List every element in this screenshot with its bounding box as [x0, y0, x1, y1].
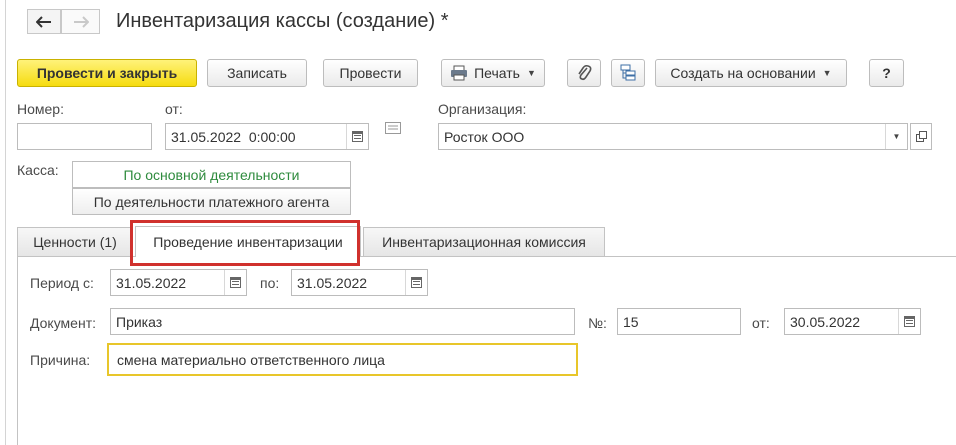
- calendar-icon: [230, 277, 241, 288]
- comment-icon[interactable]: [385, 121, 401, 137]
- highlight-frame: [130, 220, 360, 266]
- calendar-icon: [352, 131, 363, 142]
- doc-number-label: №:: [588, 315, 607, 331]
- attach-button[interactable]: [567, 59, 601, 87]
- organization-open-button[interactable]: [910, 123, 932, 150]
- calendar-button[interactable]: [898, 309, 920, 334]
- doc-number-value: 15: [623, 313, 639, 330]
- calendar-icon: [904, 316, 915, 327]
- date-label: от:: [165, 101, 183, 117]
- doc-date-value: 30.05.2022: [790, 313, 861, 330]
- period-to-field[interactable]: 31.05.2022: [291, 269, 428, 296]
- help-button[interactable]: ?: [869, 59, 904, 87]
- post-button[interactable]: Провести: [323, 59, 418, 87]
- number-label: Номер:: [17, 101, 64, 117]
- print-button[interactable]: Печать ▼: [441, 59, 545, 87]
- date-value: 31.05.2022 0:00:00: [171, 128, 296, 145]
- period-from-field[interactable]: 31.05.2022: [110, 269, 247, 296]
- document-value: Приказ: [116, 313, 163, 330]
- reason-value: смена материально ответственного лица: [117, 351, 385, 368]
- arrow-right-icon: [73, 15, 89, 28]
- arrow-left-icon: [36, 15, 51, 28]
- document-label: Документ:: [30, 315, 96, 331]
- doc-date-field[interactable]: 30.05.2022: [784, 308, 921, 335]
- cash-label: Касса:: [17, 162, 59, 178]
- calendar-icon: [411, 277, 422, 288]
- reason-field[interactable]: смена материально ответственного лица: [107, 343, 578, 376]
- reason-label: Причина:: [30, 352, 91, 368]
- hierarchy-icon: [620, 64, 636, 81]
- cash-option-main[interactable]: По основной деятельности: [72, 161, 351, 188]
- chevron-down-icon: ▼: [892, 132, 901, 141]
- calendar-button[interactable]: [346, 124, 368, 149]
- date-field[interactable]: 31.05.2022 0:00:00: [165, 123, 369, 150]
- create-based-on-button[interactable]: Создать на основании ▼: [655, 59, 847, 87]
- printer-icon: [451, 65, 468, 81]
- period-to-label: по:: [260, 275, 280, 291]
- cash-option-agent[interactable]: По деятельности платежного агента: [72, 188, 351, 215]
- organization-value: Росток ООО: [444, 128, 525, 145]
- doc-number-field[interactable]: 15: [617, 308, 741, 335]
- organization-dropdown-button[interactable]: ▼: [885, 124, 907, 149]
- open-link-icon: [915, 131, 927, 142]
- paperclip-icon: [578, 64, 592, 81]
- number-field[interactable]: [17, 123, 152, 150]
- tab-valuables[interactable]: Ценности (1): [17, 227, 133, 256]
- print-label: Печать: [474, 65, 520, 81]
- page-title: Инвентаризация кассы (создание) *: [116, 10, 449, 32]
- period-to-value: 31.05.2022: [297, 274, 368, 291]
- structure-button[interactable]: [611, 59, 645, 87]
- save-button[interactable]: Записать: [207, 59, 307, 87]
- post-and-close-button[interactable]: Провести и закрыть: [17, 59, 197, 87]
- back-button[interactable]: [27, 9, 61, 34]
- tab-inventory-commission[interactable]: Инвентаризационная комиссия: [363, 227, 605, 256]
- calendar-button[interactable]: [224, 270, 246, 295]
- organization-field[interactable]: Росток ООО ▼: [438, 123, 908, 150]
- document-field[interactable]: Приказ: [110, 308, 575, 335]
- forward-button[interactable]: [61, 9, 100, 34]
- panel-border: [17, 256, 18, 445]
- period-from-value: 31.05.2022: [116, 274, 187, 291]
- chevron-down-icon: ▼: [822, 68, 832, 78]
- create-based-label: Создать на основании: [670, 65, 816, 81]
- organization-label: Организация:: [438, 101, 527, 117]
- chevron-down-icon: ▼: [526, 68, 536, 78]
- period-from-label: Период с:: [30, 275, 94, 291]
- doc-date-label: от:: [752, 315, 770, 331]
- calendar-button[interactable]: [405, 270, 427, 295]
- window-edge: [5, 0, 6, 445]
